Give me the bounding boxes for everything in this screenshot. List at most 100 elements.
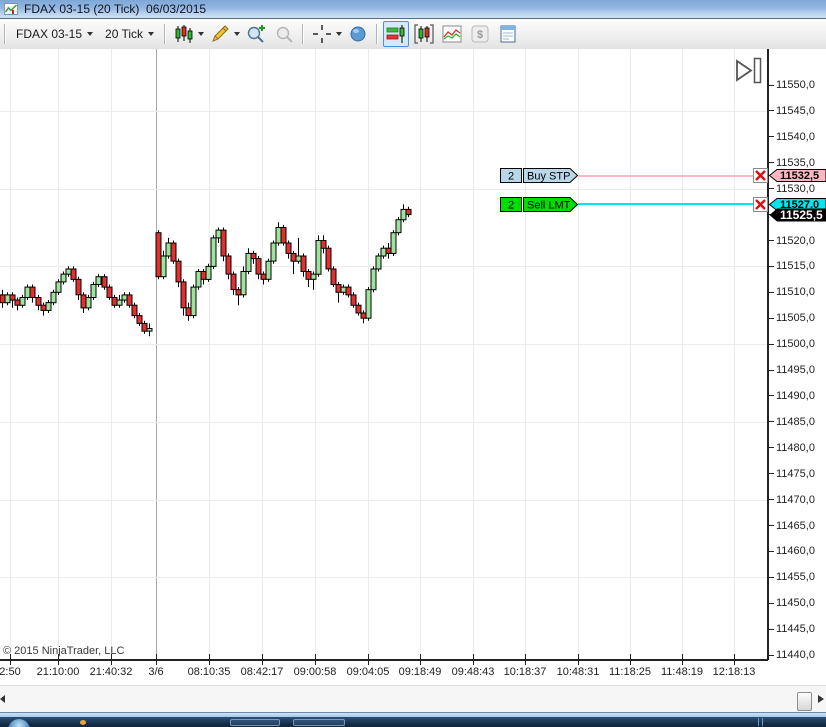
chart-window-icon <box>4 3 18 15</box>
instrument-selector[interactable]: FDAX 03-15 <box>10 22 99 46</box>
price-tick <box>769 395 774 397</box>
toolbar-separator <box>376 24 379 44</box>
drawing-tools-button[interactable] <box>207 21 233 47</box>
taskbar-app-icon[interactable] <box>80 720 86 725</box>
zoom-out-button[interactable] <box>271 21 297 47</box>
price-tick <box>769 240 774 241</box>
price-tick <box>769 162 774 164</box>
taskbar-button[interactable] <box>293 719 345 726</box>
candlestick-chart <box>0 49 767 659</box>
window-titlebar[interactable]: FDAX 03-15 (20 Tick) 06/03/2015 <box>0 0 826 19</box>
cost-button-disabled[interactable]: $ <box>467 21 493 47</box>
price-axis-label: 11455,0 <box>776 571 815 584</box>
price-tick <box>769 369 774 371</box>
taskbar-button[interactable] <box>230 719 280 726</box>
properties-icon <box>500 25 516 43</box>
chevron-down-icon[interactable] <box>336 32 343 36</box>
zoom-out-icon-disabled <box>276 26 293 43</box>
price-tick <box>769 110 774 112</box>
scroll-right-arrow-icon[interactable] <box>818 695 824 703</box>
price-tick <box>769 628 774 630</box>
buy-stop-order-line[interactable] <box>578 174 753 177</box>
price-tick <box>769 188 774 190</box>
time-tick <box>10 660 11 665</box>
toolbar-separator <box>302 24 305 44</box>
price-tick <box>769 291 774 293</box>
chart-trader-button[interactable] <box>383 21 410 47</box>
crosshair-icon <box>313 25 332 43</box>
time-axis[interactable]: 2:50 21:10:00 21:40:32 3/6 08:10:35 08:42:17 0… <box>0 660 826 685</box>
crosshair-button[interactable] <box>309 21 335 47</box>
price-tick <box>769 421 774 423</box>
ninjatrader-chart-window: FDAX 03-15 (20 Tick) 06/03/2015 FDAX 03-… <box>0 0 826 727</box>
pencil-icon <box>212 25 229 42</box>
time-axis-label: 09:48:43 <box>451 666 495 678</box>
copyright-notice: © 2015 NinjaTrader, LLC <box>3 645 125 657</box>
time-tick <box>315 660 316 665</box>
price-axis-label: 11470,0 <box>776 493 815 506</box>
time-axis-label: 21:40:32 <box>89 666 133 678</box>
chevron-down-icon[interactable] <box>198 32 205 36</box>
price-tick <box>769 317 774 319</box>
chart-plot-area[interactable]: 2 Buy STP 2 Sell LMT © 2015 NinjaTrader,… <box>0 49 768 660</box>
time-axis-label: 10:48:31 <box>556 666 600 678</box>
price-tick <box>769 447 774 449</box>
svg-text:$: $ <box>477 29 483 41</box>
price-tick <box>769 576 774 578</box>
start-button[interactable] <box>8 719 30 727</box>
buy-order-type: Buy STP <box>527 171 570 183</box>
svg-text:11525,5: 11525,5 <box>780 208 823 222</box>
time-tick <box>368 660 369 665</box>
time-axis-label: 11:18:25 <box>608 666 652 678</box>
zoom-in-button[interactable] <box>243 21 269 47</box>
price-axis[interactable]: 11550,0 11545,0 11540,0 11535,0 11530,0 11525… <box>768 49 826 661</box>
price-axis-label: 11540,0 <box>776 130 815 143</box>
sell-order-type: Sell LMT <box>527 199 571 211</box>
price-axis-label: 11505,0 <box>776 312 815 325</box>
price-axis-label: 11500,0 <box>776 338 815 351</box>
magnifier-globe-icon <box>350 26 366 42</box>
time-tick <box>209 660 210 665</box>
interval-label: 20 Tick <box>105 27 144 41</box>
data-box-button[interactable] <box>345 21 371 47</box>
chart-trader-icon <box>386 25 405 43</box>
taskbar-separator <box>758 718 763 726</box>
sell-limit-order-line[interactable] <box>578 203 753 206</box>
price-axis-label: 11460,0 <box>776 545 815 558</box>
price-tick <box>769 84 774 86</box>
line-chart-icon <box>442 25 462 43</box>
cancel-buy-order-button[interactable] <box>753 168 768 184</box>
buy-order-price-tag[interactable]: 11532,5 <box>769 169 826 183</box>
time-tick <box>420 660 421 665</box>
horizontal-scrollbar[interactable] <box>0 685 826 713</box>
price-axis-label: 11515,0 <box>776 260 815 273</box>
sell-limit-order-label[interactable]: 2 Sell LMT <box>500 196 580 212</box>
buy-stop-order-label[interactable]: 2 Buy STP <box>500 168 580 184</box>
order-entry-button[interactable] <box>411 21 437 47</box>
go-to-latest-marker[interactable] <box>734 56 764 86</box>
price-axis-label: 11485,0 <box>776 415 815 428</box>
chart-toolbar: FDAX 03-15 20 Tick $ <box>0 19 826 50</box>
cancel-sell-order-button[interactable] <box>753 196 768 212</box>
price-axis-label: 11545,0 <box>776 104 815 117</box>
price-axis-label: 11535,0 <box>776 156 815 169</box>
properties-button[interactable] <box>495 21 521 47</box>
buy-order-qty: 2 <box>508 171 514 183</box>
price-axis-label: 11550,0 <box>776 79 815 91</box>
chart-style-button[interactable] <box>171 21 197 47</box>
price-axis-label: 11510,0 <box>776 286 815 299</box>
time-tick <box>578 660 579 665</box>
time-tick <box>111 660 112 665</box>
time-axis-label: 09:00:58 <box>293 666 337 678</box>
chevron-down-icon[interactable] <box>234 32 241 36</box>
interval-selector[interactable]: 20 Tick <box>99 22 160 46</box>
scrollbar-thumb[interactable] <box>797 692 812 711</box>
time-tick <box>734 660 735 665</box>
time-tick <box>156 660 157 665</box>
price-tick <box>769 550 774 552</box>
time-axis-label: 3/6 <box>148 666 164 678</box>
window-title: FDAX 03-15 (20 Tick) 06/03/2015 <box>24 2 207 16</box>
scroll-left-arrow-icon[interactable] <box>0 695 5 703</box>
sell-order-qty: 2 <box>508 199 514 211</box>
mini-chart-button[interactable] <box>439 21 465 47</box>
